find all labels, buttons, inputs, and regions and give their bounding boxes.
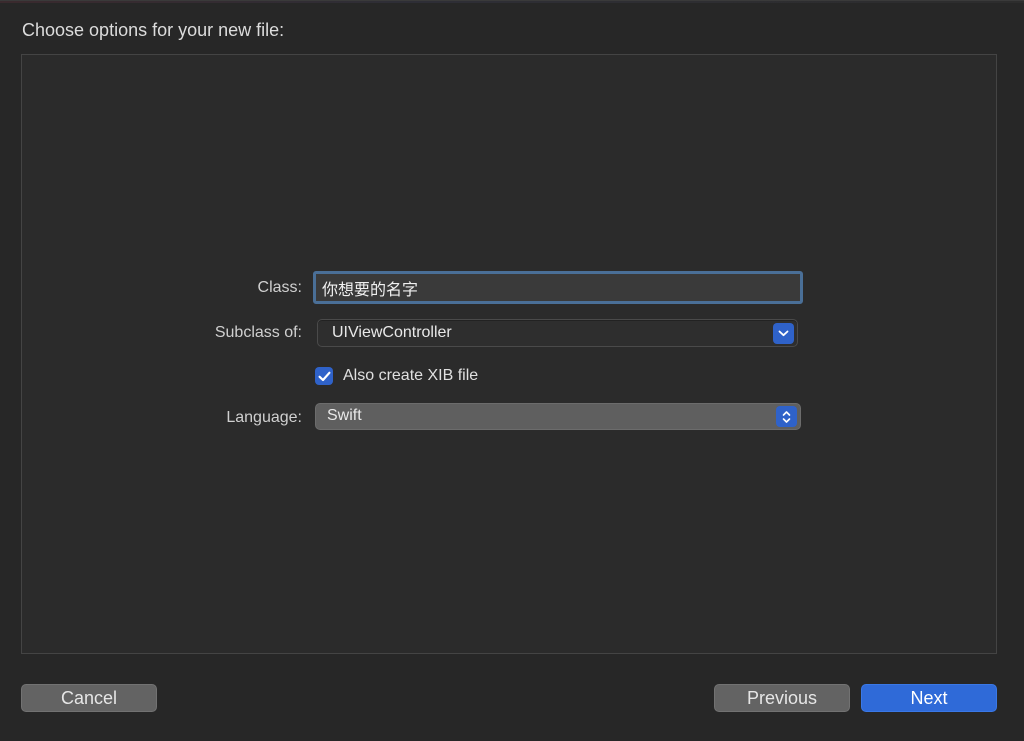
language-label: Language: bbox=[226, 409, 302, 426]
xib-checkbox[interactable] bbox=[315, 367, 333, 385]
subclass-label: Subclass of: bbox=[214, 324, 302, 341]
window-top-edge bbox=[0, 1, 1024, 3]
language-value: Swift bbox=[327, 407, 362, 424]
class-label: Class: bbox=[257, 279, 302, 296]
language-popup[interactable]: Swift bbox=[315, 403, 801, 430]
checkmark-icon bbox=[318, 371, 330, 381]
cancel-button[interactable]: Cancel bbox=[21, 684, 157, 712]
updown-chevron-icon bbox=[776, 406, 797, 427]
dialog-title: Choose options for your new file: bbox=[22, 20, 285, 40]
next-button[interactable]: Next bbox=[861, 684, 997, 712]
class-name-input[interactable] bbox=[313, 271, 803, 304]
chevron-down-icon[interactable] bbox=[773, 323, 794, 344]
options-panel bbox=[21, 54, 997, 654]
previous-button[interactable]: Previous bbox=[714, 684, 850, 712]
subclass-value: UIViewController bbox=[332, 324, 452, 341]
xib-checkbox-label[interactable]: Also create XIB file bbox=[343, 367, 478, 385]
new-file-options-dialog: Choose options for your new file: Class:… bbox=[0, 0, 1024, 741]
subclass-combobox[interactable]: UIViewController bbox=[317, 319, 798, 347]
